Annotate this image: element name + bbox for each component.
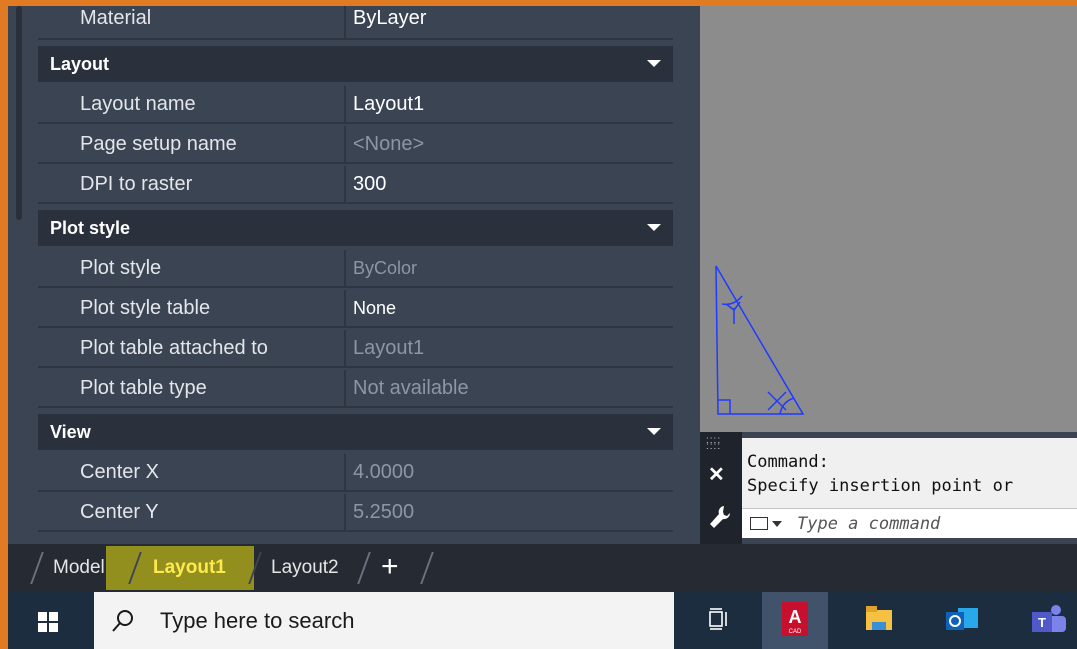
command-input[interactable]: Type a command — [742, 508, 1077, 538]
wrench-icon[interactable] — [708, 504, 730, 530]
app-window: Material ByLayer Layout Layout name Layo… — [8, 6, 1077, 649]
command-window-toolbar: :::::::: ✕ — [700, 432, 742, 544]
property-value: 4.0000 — [353, 461, 415, 483]
property-label: Plot table type — [38, 370, 346, 406]
dropdown-arrow-icon[interactable] — [772, 521, 782, 527]
property-value[interactable]: Layout1 — [353, 86, 424, 122]
tab-separator — [30, 552, 44, 584]
search-placeholder: Type here to search — [160, 608, 355, 633]
autocad-icon-sublabel: CAD — [789, 629, 802, 635]
property-value[interactable]: 300 — [353, 166, 386, 202]
file-explorer-icon[interactable] — [850, 592, 916, 649]
command-input-placeholder: Type a command — [797, 514, 941, 534]
triangle-geometry[interactable] — [700, 6, 1077, 432]
property-row-plot-table-attached-to[interactable]: Plot table attached to Layout1 — [38, 330, 673, 368]
property-value: ByColor — [353, 258, 418, 278]
property-row-dpi-to-raster[interactable]: DPI to raster 300 — [38, 166, 673, 204]
command-history-line: Command: — [747, 452, 829, 472]
property-label: Center X — [38, 454, 346, 490]
property-row-center-y[interactable]: Center Y 5.2500 — [38, 494, 673, 532]
section-title: View — [50, 422, 91, 442]
tab-separator — [420, 552, 434, 584]
collapse-chevron-icon[interactable] — [647, 428, 661, 435]
property-value: 5.2500 — [353, 501, 415, 523]
property-row-plot-style-table[interactable]: Plot style table None — [38, 290, 673, 328]
command-prompt-icon[interactable] — [750, 517, 768, 530]
tab-model[interactable]: Model — [53, 544, 105, 592]
property-row-material[interactable]: Material ByLayer — [38, 6, 673, 40]
property-label: Plot style table — [38, 290, 346, 326]
command-history-line: Specify insertion point or — [747, 476, 1014, 496]
section-header-plot-style[interactable]: Plot style — [38, 210, 673, 246]
tab-separator — [357, 552, 371, 584]
taskbar-search-box[interactable]: Type here to search — [94, 592, 674, 649]
property-value: Not available — [353, 377, 469, 399]
properties-scrollbar[interactable] — [16, 6, 22, 220]
property-row-page-setup-name[interactable]: Page setup name <None> — [38, 126, 673, 164]
drawing-canvas[interactable] — [700, 6, 1077, 432]
tab-layout2[interactable]: Layout2 — [271, 544, 339, 592]
section-title: Layout — [50, 54, 110, 74]
properties-palette: Material ByLayer Layout Layout name Layo… — [8, 6, 700, 544]
section-title: Plot style — [50, 218, 131, 238]
property-label: DPI to raster — [38, 166, 346, 202]
tab-layout1[interactable]: Layout1 — [153, 544, 226, 592]
property-row-center-x[interactable]: Center X 4.0000 — [38, 454, 673, 492]
property-label: Plot style — [38, 250, 346, 286]
teams-icon[interactable]: T — [1014, 592, 1077, 649]
property-row-layout-name[interactable]: Layout name Layout1 — [38, 86, 673, 124]
property-label: Plot table attached to — [38, 330, 346, 366]
property-label: Page setup name — [38, 126, 346, 162]
grip-handle-icon[interactable]: :::::::: — [706, 436, 721, 452]
autocad-icon[interactable]: A CAD — [762, 592, 828, 649]
property-label: Layout name — [38, 86, 346, 122]
layout-tabs-bar: Model Layout1 Layout2 + — [8, 544, 1077, 592]
section-header-layout[interactable]: Layout — [38, 46, 673, 82]
property-value: Layout1 — [353, 337, 425, 359]
property-label: Center Y — [38, 494, 346, 530]
outlook-icon[interactable] — [930, 592, 996, 649]
property-value: <None> — [353, 133, 425, 155]
autocad-icon-label: A — [789, 607, 802, 627]
task-view-icon[interactable] — [688, 592, 754, 649]
property-row-plot-style[interactable]: Plot style ByColor — [38, 250, 673, 288]
collapse-chevron-icon[interactable] — [647, 60, 661, 67]
windows-start-icon[interactable] — [38, 612, 58, 632]
property-row-plot-table-type[interactable]: Plot table type Not available — [38, 370, 673, 408]
command-window: :::::::: ✕ Command: Specify insertion po… — [700, 432, 1077, 544]
collapse-chevron-icon[interactable] — [647, 224, 661, 231]
add-layout-button[interactable]: + — [381, 544, 399, 592]
close-icon[interactable]: ✕ — [708, 462, 725, 487]
section-header-view[interactable]: View — [38, 414, 673, 450]
svg-text:T: T — [1038, 615, 1046, 630]
property-value[interactable]: None — [353, 290, 396, 326]
property-value[interactable]: ByLayer — [353, 6, 426, 38]
property-label: Material — [38, 6, 346, 38]
search-icon — [112, 610, 133, 632]
command-history: Command: Specify insertion point or — [742, 438, 1077, 508]
windows-taskbar: Type here to search A CAD T — [8, 592, 1077, 649]
